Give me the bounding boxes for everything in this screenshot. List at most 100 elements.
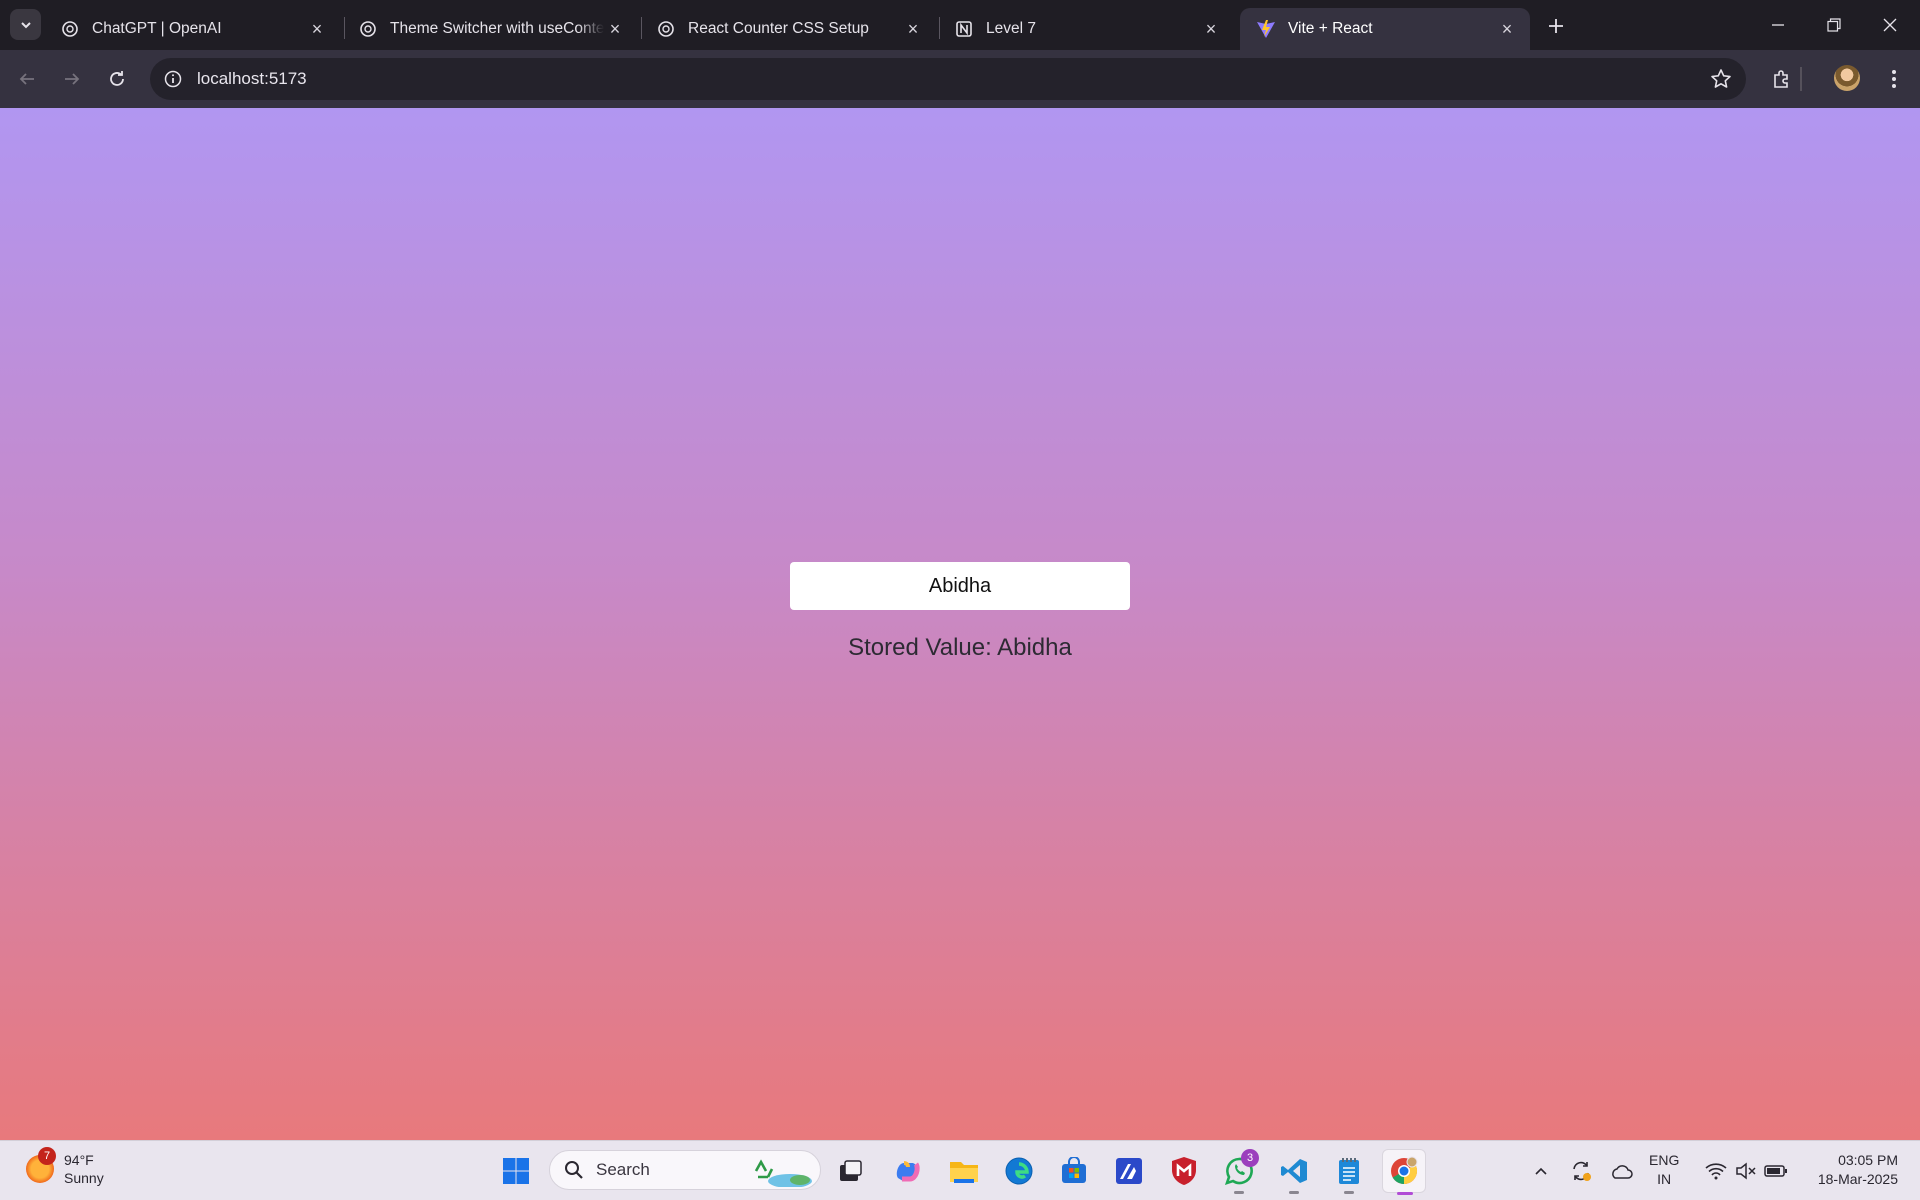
taskbar: 7 94°F Sunny Search 3 ENG IN 03:05 PM 18…: [0, 1140, 1920, 1200]
running-indicator: [1397, 1192, 1413, 1195]
edge-button[interactable]: [999, 1151, 1039, 1191]
page-viewport: Stored Value: Abidha: [0, 108, 1920, 1140]
chevron-up-icon: [1535, 1167, 1547, 1175]
volume-tray-button[interactable]: [1730, 1155, 1762, 1187]
close-icon[interactable]: ×: [1200, 18, 1222, 40]
close-icon: [1883, 18, 1897, 32]
weather-temp: 94°F: [64, 1152, 94, 1168]
notepad-button[interactable]: [1329, 1151, 1369, 1194]
close-window-button[interactable]: [1862, 8, 1918, 42]
task-view-button[interactable]: [831, 1151, 871, 1191]
puzzle-icon: [1774, 70, 1788, 88]
close-icon[interactable]: ×: [604, 18, 626, 40]
running-indicator: [1344, 1191, 1354, 1194]
task-view-icon: [840, 1160, 862, 1181]
browser-toolbar: localhost:5173: [0, 50, 1920, 108]
openai-icon: [656, 19, 676, 39]
back-button[interactable]: [10, 62, 44, 96]
tab-theme-switcher[interactable]: Theme Switcher with useContext ×: [342, 8, 638, 50]
arrow-right-icon: [65, 73, 80, 85]
close-icon[interactable]: ×: [306, 18, 328, 40]
reload-icon: [110, 71, 124, 86]
wifi-tray-button[interactable]: [1700, 1155, 1732, 1187]
tab-title: React Counter CSS Setup: [688, 20, 869, 37]
chrome-icon: [1391, 1156, 1418, 1185]
extensions-button[interactable]: [1767, 64, 1797, 94]
volume-muted-icon: [1736, 1162, 1756, 1180]
cloud-icon: [1612, 1165, 1633, 1179]
windows-icon: [503, 1158, 529, 1184]
toolbar-divider: [1800, 67, 1802, 91]
close-icon[interactable]: ×: [1496, 18, 1518, 40]
restore-button[interactable]: [1806, 8, 1862, 42]
system-clock[interactable]: 03:05 PM 18-Mar-2025: [1818, 1151, 1898, 1189]
bookmark-star-icon[interactable]: [1710, 68, 1732, 90]
tab-search-button[interactable]: [10, 9, 41, 40]
notepad-icon: [1339, 1158, 1359, 1184]
copilot-icon: [896, 1161, 920, 1182]
notification-badge: 3: [1241, 1149, 1259, 1167]
tab-title: ChatGPT | OpenAI: [92, 20, 222, 37]
powerautomate-button[interactable]: [1109, 1151, 1149, 1191]
reload-button[interactable]: [100, 62, 134, 96]
store-icon: [1062, 1157, 1086, 1183]
whatsapp-button[interactable]: 3: [1219, 1149, 1259, 1194]
tab-title: Vite + React: [1288, 20, 1373, 37]
language-code: ENG: [1649, 1152, 1680, 1168]
clock-time: 03:05 PM: [1838, 1152, 1898, 1168]
battery-tray-button[interactable]: [1760, 1155, 1792, 1187]
profile-avatar[interactable]: [1834, 65, 1860, 91]
weather-widget[interactable]: 7 94°F Sunny: [26, 1147, 104, 1187]
more-vertical-icon: [1892, 70, 1896, 88]
wifi-icon: [1705, 1163, 1727, 1180]
vscode-button[interactable]: [1274, 1151, 1314, 1194]
tab-level-7[interactable]: Level 7 ×: [938, 8, 1234, 50]
sun-icon: 7: [26, 1147, 56, 1183]
minimize-button[interactable]: [1750, 8, 1806, 42]
name-input[interactable]: [790, 562, 1130, 610]
arrow-left-icon: [19, 73, 34, 85]
tab-title: Level 7: [986, 20, 1036, 37]
tab-react-counter[interactable]: React Counter CSS Setup ×: [640, 8, 936, 50]
weather-condition: Sunny: [64, 1170, 104, 1186]
onedrive-tray-button[interactable]: [1605, 1155, 1637, 1187]
tab-title: Theme Switcher with useContext: [390, 20, 604, 37]
address-bar[interactable]: localhost:5173: [150, 58, 1746, 100]
file-explorer-button[interactable]: [944, 1151, 984, 1191]
forward-button[interactable]: [55, 62, 89, 96]
store-button[interactable]: [1054, 1151, 1094, 1191]
tab-vite-react[interactable]: Vite + React ×: [1240, 8, 1530, 50]
new-tab-button[interactable]: [1542, 12, 1570, 40]
vscode-icon: [1281, 1159, 1307, 1183]
sync-tray-button[interactable]: [1565, 1155, 1597, 1187]
chevron-down-icon: [20, 21, 31, 28]
search-icon: [565, 1161, 583, 1179]
edge-icon: [1005, 1157, 1033, 1185]
start-button[interactable]: [496, 1151, 536, 1191]
vite-icon: [1256, 19, 1276, 39]
tab-chatgpt[interactable]: ChatGPT | OpenAI ×: [44, 8, 340, 50]
search-label: Search: [596, 1160, 650, 1179]
mcafee-button[interactable]: [1164, 1151, 1204, 1191]
running-indicator: [1289, 1191, 1299, 1194]
folder-icon: [950, 1162, 978, 1183]
info-icon[interactable]: [163, 69, 183, 89]
openai-icon: [358, 19, 378, 39]
tab-strip: ChatGPT | OpenAI × Theme Switcher with u…: [0, 0, 1920, 50]
show-hidden-icons-button[interactable]: [1525, 1155, 1557, 1187]
notion-icon: [954, 19, 974, 39]
close-icon[interactable]: ×: [902, 18, 924, 40]
copilot-button[interactable]: [887, 1151, 927, 1191]
url-text: localhost:5173: [197, 69, 307, 88]
restore-icon: [1827, 18, 1841, 32]
sync-icon: [1573, 1161, 1591, 1181]
chrome-button[interactable]: [1382, 1149, 1426, 1195]
battery-icon: [1764, 1165, 1787, 1177]
browser-menu-button[interactable]: [1879, 64, 1909, 94]
plus-icon: [1549, 19, 1563, 33]
taskbar-search[interactable]: Search: [549, 1150, 821, 1190]
region-code: IN: [1657, 1171, 1672, 1187]
automate-icon: [1116, 1158, 1142, 1184]
minimize-icon: [1772, 24, 1784, 26]
language-indicator[interactable]: ENG IN: [1649, 1151, 1679, 1189]
